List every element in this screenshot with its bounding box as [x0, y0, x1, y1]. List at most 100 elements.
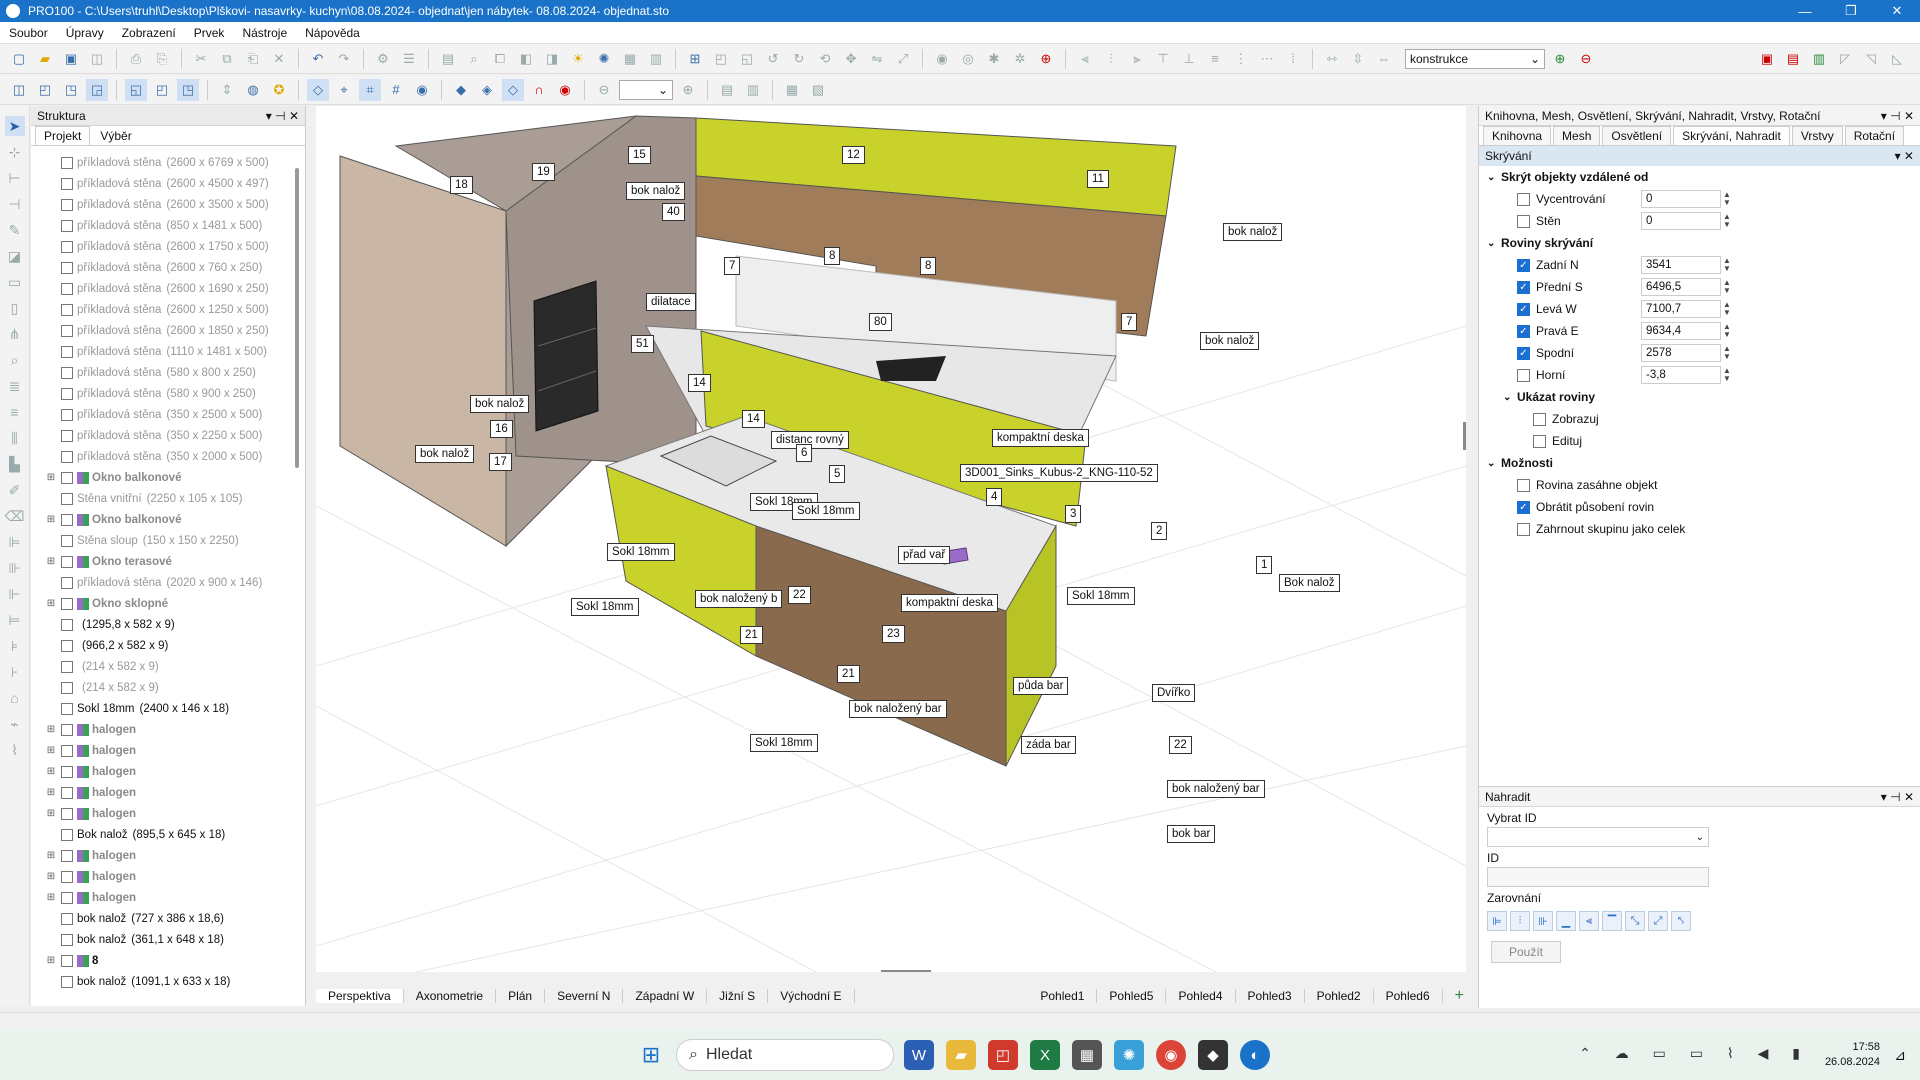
align-bottom-icon[interactable]: ≡ — [1204, 48, 1226, 70]
word-icon[interactable]: W — [904, 1040, 934, 1070]
visibility-checkbox[interactable] — [61, 177, 73, 190]
structure-header-controls[interactable]: ▾ ⊣ ✕ — [266, 109, 299, 123]
part-label[interactable]: 11 — [1087, 170, 1109, 188]
setting-checkbox[interactable]: ✓ — [1517, 500, 1530, 514]
part-label[interactable]: 17 — [489, 453, 512, 471]
part-label[interactable]: 21 — [740, 626, 763, 644]
visibility-checkbox[interactable] — [61, 639, 73, 652]
visibility-checkbox[interactable] — [61, 555, 73, 568]
notifications-icon[interactable]: ⊿ — [1894, 1047, 1906, 1064]
part-label[interactable]: Sokl 18mm — [750, 734, 818, 752]
view-tab[interactable]: Jižní S — [707, 989, 769, 1003]
drill-tool-icon[interactable]: ⋔ — [5, 324, 25, 344]
setting-checkbox[interactable] — [1517, 368, 1530, 382]
system-tray[interactable]: ⌃ ☁ ▭ ▭ ⌇ ◀ ▮ — [1579, 1045, 1810, 1062]
layer-icon[interactable]: ◧ — [515, 48, 537, 70]
align-top-icon[interactable]: ▔ — [1602, 911, 1622, 931]
visibility-checkbox[interactable] — [61, 282, 73, 295]
select-id-dropdown[interactable]: ⌄ — [1487, 827, 1709, 847]
part-label[interactable]: 3 — [1065, 505, 1082, 523]
visibility-checkbox[interactable] — [61, 156, 73, 169]
spinner-icon[interactable]: ▲ ▼ — [1723, 256, 1735, 274]
visibility-checkbox[interactable] — [61, 303, 73, 316]
section-hide-distance[interactable]: ⌄ Skrýt objekty vzdálené od — [1479, 166, 1920, 188]
setting-checkbox[interactable] — [1517, 522, 1530, 536]
expand-icon[interactable]: ⊞ — [45, 514, 57, 525]
tree-row[interactable]: ⊞ halogen — [31, 782, 305, 803]
tree-row[interactable]: příkladová stěna (2020 x 900 x 146) — [31, 572, 305, 593]
visibility-checkbox[interactable] — [61, 387, 73, 400]
calc-icon[interactable]: ▥ — [645, 48, 667, 70]
visibility-checkbox[interactable] — [61, 954, 73, 967]
layer-combo[interactable]: konstrukce ⌄ — [1405, 48, 1545, 69]
setting-checkbox[interactable]: ✓ — [1517, 258, 1530, 272]
part-label[interactable]: 16 — [490, 420, 513, 438]
tree-row[interactable]: ⊞ halogen — [31, 866, 305, 887]
stack2-tool-icon[interactable]: ≡ — [5, 402, 25, 422]
tree-row[interactable]: Bok nalož (895,5 x 645 x 18) — [31, 824, 305, 845]
expand-icon[interactable]: ⊞ — [45, 955, 57, 966]
visibility-checkbox[interactable] — [61, 198, 73, 211]
tree-row[interactable]: ⊞ Okno balkonové — [31, 509, 305, 530]
visibility-checkbox[interactable] — [61, 408, 73, 421]
expand-icon[interactable]: ⊞ — [45, 808, 57, 819]
expand-icon[interactable]: ⊞ — [45, 556, 57, 567]
settings-icon[interactable]: ⚙ — [372, 48, 394, 70]
bug-icon[interactable]: ✱ — [983, 48, 1005, 70]
view-cube1-icon[interactable]: ◫ — [8, 79, 30, 101]
undo-icon[interactable]: ↶ — [307, 48, 329, 70]
tree-row[interactable]: příkladová stěna (2600 x 4500 x 497) — [31, 173, 305, 194]
right-panel-tab[interactable]: Vrstvy — [1791, 126, 1843, 145]
visibility-checkbox[interactable] — [61, 366, 73, 379]
group-icon[interactable]: ⧠ — [489, 48, 511, 70]
target-icon[interactable]: ⊕ — [1035, 48, 1057, 70]
setting-value-input[interactable]: 2578 — [1641, 344, 1721, 362]
open-folder-icon[interactable]: ▰ — [34, 48, 56, 70]
tree-row[interactable]: Stěna vnitřní (2250 x 105 x 105) — [31, 488, 305, 509]
align4-tool-icon[interactable]: ⊨ — [5, 610, 25, 630]
section-show-planes[interactable]: ⌄ Ukázat roviny — [1479, 386, 1920, 408]
part-label[interactable]: 2 — [1151, 522, 1168, 540]
expand-icon[interactable]: ⊞ — [45, 850, 57, 861]
part-label[interactable]: 14 — [742, 410, 765, 428]
visibility-checkbox[interactable] — [61, 261, 73, 274]
pro100-taskbar-icon[interactable]: ◐ — [1240, 1040, 1270, 1070]
spinner-icon[interactable]: ▲ ▼ — [1723, 190, 1735, 208]
material-icon[interactable]: ◍ — [242, 79, 264, 101]
snap-icon[interactable]: ◇ — [307, 78, 329, 101]
visibility-checkbox[interactable] — [61, 702, 73, 715]
saved-view-tab[interactable]: Pohled2 — [1305, 989, 1374, 1003]
expand-icon[interactable]: ⊞ — [45, 787, 57, 798]
align-center-icon[interactable]: ⫶ — [1100, 48, 1122, 70]
visibility-checkbox[interactable] — [61, 345, 73, 358]
rotate-left-icon[interactable]: ↺ — [762, 48, 784, 70]
part-label[interactable]: 40 — [662, 203, 685, 221]
maximize-button[interactable]: ❐ — [1828, 0, 1874, 22]
part-label[interactable]: Sokl 18mm — [792, 502, 860, 520]
zoom-out-icon[interactable]: ⊖ — [593, 79, 615, 101]
camera-icon[interactable]: ◎ — [957, 48, 979, 70]
distribute2-icon[interactable]: ⋯ — [1256, 48, 1278, 70]
visibility-checkbox[interactable] — [61, 807, 73, 820]
part-label[interactable]: bok bar — [1167, 825, 1216, 843]
tree-row[interactable]: ⊞ halogen — [31, 719, 305, 740]
part-label[interactable]: bok naložený bar — [1167, 780, 1265, 798]
layer-remove-icon[interactable]: ⊖ — [1575, 48, 1597, 70]
part-label[interactable]: 18 — [450, 176, 473, 194]
doc1-icon[interactable]: ◸ — [1834, 48, 1856, 70]
visibility-checkbox[interactable] — [61, 975, 73, 988]
view-icon[interactable]: ◉ — [931, 48, 953, 70]
report-icon[interactable]: ▤ — [437, 48, 459, 70]
setting-value-input[interactable]: 9634,4 — [1641, 322, 1721, 340]
tree-row[interactable]: bok nalož (361,1 x 648 x 18) — [31, 929, 305, 950]
diamond2-icon[interactable]: ◈ — [476, 79, 498, 101]
setting-checkbox[interactable]: ✓ — [1517, 302, 1530, 316]
tree-row[interactable]: příkladová stěna (2600 x 1750 x 500) — [31, 236, 305, 257]
viewport-bottom-handle[interactable] — [881, 970, 931, 972]
part-label[interactable]: 4 — [986, 488, 1003, 506]
visibility-checkbox[interactable] — [61, 597, 73, 610]
section-hiding-planes[interactable]: ⌄ Roviny skrývání — [1479, 232, 1920, 254]
chrome-icon[interactable]: ◉ — [1156, 1040, 1186, 1070]
part-label[interactable]: 1 — [1256, 556, 1273, 574]
menu-item[interactable]: Soubor — [0, 26, 57, 40]
